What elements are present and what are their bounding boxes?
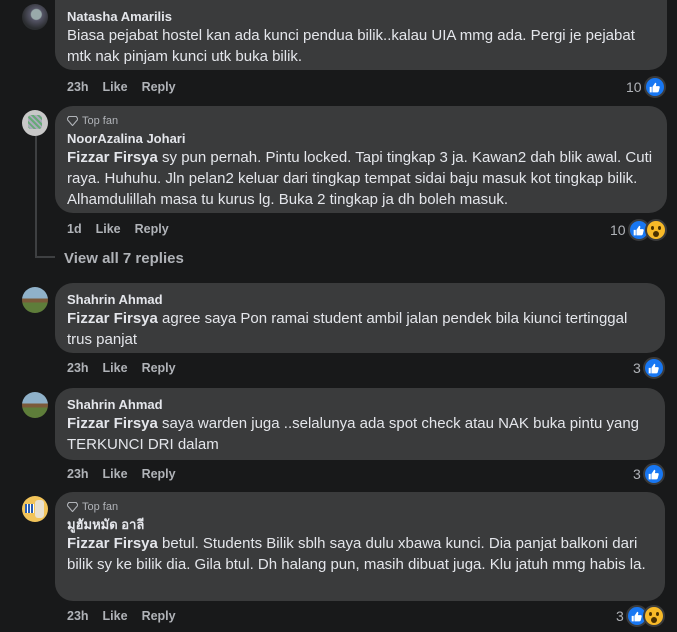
- thread-connector: [35, 256, 55, 258]
- comment-text: Fizzar Firsya saya warden juga ..selalun…: [67, 413, 653, 455]
- commenter-name[interactable]: Shahrin Ahmad: [67, 396, 653, 413]
- reply-button[interactable]: Reply: [142, 467, 176, 481]
- reply-button[interactable]: Reply: [135, 222, 169, 236]
- reply-button[interactable]: Reply: [142, 609, 176, 623]
- comment-bubble: Top fan มูฮัมหมัด อาลี Fizzar Firsya bet…: [55, 492, 665, 601]
- comment-bubble: Top fan NoorAzalina Johari Fizzar Firsya…: [55, 106, 667, 213]
- reaction-count: 10: [610, 222, 626, 238]
- comment-actions: 23h Like Reply: [67, 361, 176, 375]
- reaction-count: 3: [633, 360, 641, 376]
- like-button[interactable]: Like: [103, 80, 128, 94]
- avatar[interactable]: [22, 110, 48, 136]
- timestamp[interactable]: 1d: [67, 222, 82, 236]
- top-fan-badge: Top fan: [67, 114, 655, 128]
- comment-actions: 23h Like Reply: [67, 467, 176, 481]
- like-reaction-icon: [642, 463, 665, 485]
- commenter-name[interactable]: NoorAzalina Johari: [67, 130, 655, 147]
- comment-bubble: Natasha Amarilis Biasa pejabat hostel ka…: [55, 0, 667, 70]
- like-reaction-icon: [642, 357, 665, 379]
- badge-label: Top fan: [82, 501, 119, 513]
- reaction-count: 10: [626, 79, 642, 95]
- mention-tag[interactable]: Fizzar Firsya: [67, 310, 158, 327]
- wow-reaction-icon: [644, 219, 667, 241]
- avatar[interactable]: [22, 4, 48, 30]
- timestamp[interactable]: 23h: [67, 361, 89, 375]
- timestamp[interactable]: 23h: [67, 80, 89, 94]
- reaction-count: 3: [616, 608, 624, 624]
- avatar[interactable]: [22, 287, 48, 313]
- mention-tag[interactable]: Fizzar Firsya: [67, 415, 158, 432]
- reaction-summary[interactable]: 3: [633, 357, 665, 379]
- thread-line: [35, 136, 37, 256]
- top-fan-badge: Top fan: [67, 500, 653, 514]
- reaction-summary[interactable]: 10: [610, 219, 667, 241]
- reaction-count: 3: [633, 466, 641, 482]
- view-all-replies-link[interactable]: View all 7 replies: [64, 250, 184, 267]
- mention-tag[interactable]: Fizzar Firsya: [67, 535, 158, 552]
- diamond-icon: [67, 116, 78, 126]
- reaction-summary[interactable]: 3: [616, 605, 665, 627]
- reply-button[interactable]: Reply: [142, 361, 176, 375]
- timestamp[interactable]: 23h: [67, 609, 89, 623]
- diamond-icon: [67, 502, 78, 512]
- comment-text: Biasa pejabat hostel kan ada kunci pendu…: [67, 27, 635, 65]
- comment-text: Fizzar Firsya sy pun pernah. Pintu locke…: [67, 147, 655, 210]
- comment-text: Fizzar Firsya betul. Students Bilik sblh…: [67, 533, 653, 575]
- reaction-summary[interactable]: 3: [633, 463, 665, 485]
- mention-tag[interactable]: Fizzar Firsya: [67, 149, 158, 166]
- badge-label: Top fan: [82, 115, 119, 127]
- commenter-name[interactable]: มูฮัมหมัด อาลี: [67, 516, 653, 533]
- comment-actions: 23h Like Reply: [67, 80, 176, 94]
- comment-bubble: Shahrin Ahmad Fizzar Firsya agree saya P…: [55, 283, 665, 353]
- commenter-name[interactable]: Natasha Amarilis: [67, 8, 655, 25]
- like-button[interactable]: Like: [96, 222, 121, 236]
- comment-text: Fizzar Firsya agree saya Pon ramai stude…: [67, 308, 653, 350]
- avatar[interactable]: [22, 392, 48, 418]
- commenter-name[interactable]: Shahrin Ahmad: [67, 291, 653, 308]
- like-button[interactable]: Like: [103, 609, 128, 623]
- reaction-summary[interactable]: 10: [626, 76, 666, 98]
- like-button[interactable]: Like: [103, 361, 128, 375]
- reply-button[interactable]: Reply: [142, 80, 176, 94]
- comment-actions: 23h Like Reply: [67, 609, 176, 623]
- like-reaction-icon: [643, 76, 666, 98]
- timestamp[interactable]: 23h: [67, 467, 89, 481]
- wow-reaction-icon: [642, 605, 665, 627]
- avatar[interactable]: [22, 496, 48, 522]
- like-button[interactable]: Like: [103, 467, 128, 481]
- comment-actions: 1d Like Reply: [67, 222, 169, 236]
- comment-bubble: Shahrin Ahmad Fizzar Firsya saya warden …: [55, 388, 665, 460]
